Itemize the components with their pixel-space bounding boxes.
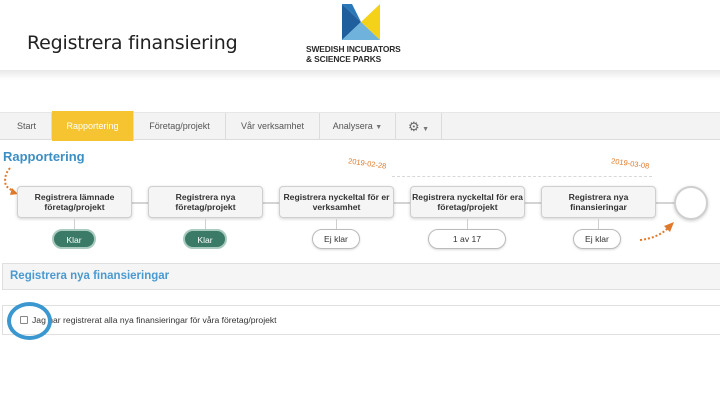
app-nav: Start Rapportering Företag/projekt Vår v… <box>0 111 720 141</box>
logo-mark-icon <box>342 4 380 40</box>
nav-foretag-projekt[interactable]: Företag/projekt <box>134 113 226 140</box>
step-lamnade-foretag[interactable]: Registrera lämnade företag/projekt <box>17 186 132 218</box>
logo-line-1: SWEDISH INCUBATORS <box>306 44 401 54</box>
arrow-out-icon <box>639 222 674 241</box>
step-nyckeltal-foretag[interactable]: Registrera nyckeltal för era företag/pro… <box>410 186 525 218</box>
logo-text: SWEDISH INCUBATORS & SCIENCE PARKS <box>306 44 416 64</box>
status-badge: Ej klar <box>573 229 621 249</box>
logo: SWEDISH INCUBATORS & SCIENCE PARKS <box>306 4 416 66</box>
status-badge: 1 av 17 <box>428 229 506 249</box>
step-connector <box>598 219 599 229</box>
nav-analysera-label: Analysera <box>332 121 373 131</box>
step-connector <box>74 219 75 229</box>
step-label: Registrera nya finansieringar <box>568 192 629 212</box>
form-title: Registrera nya finansieringar <box>10 270 170 282</box>
nav-var-verksamhet[interactable]: Vår verksamhet <box>226 113 320 140</box>
nav-rapportering[interactable]: Rapportering <box>52 111 134 141</box>
nav-var-verksamhet-label: Vår verksamhet <box>240 121 305 131</box>
nav-start[interactable]: Start <box>2 113 52 140</box>
nav-settings[interactable]: ⚙ ▼ <box>396 113 442 140</box>
nav-foretag-projekt-label: Företag/projekt <box>149 121 210 131</box>
step-label: Registrera nya företag/projekt <box>175 192 236 212</box>
step-nya-foretag[interactable]: Registrera nya företag/projekt <box>148 186 263 218</box>
chevron-down-icon: ▼ <box>375 124 383 131</box>
period-start-date: 2019-02-28 <box>347 156 387 171</box>
step-nyckeltal-verksamhet[interactable]: Registrera nyckeltal för er verksamhet <box>279 186 394 218</box>
status-badge: Ej klar <box>312 229 360 249</box>
step-label: Registrera nyckeltal för er verksamhet <box>283 192 390 212</box>
period-line <box>392 176 652 177</box>
step-finish <box>674 186 708 220</box>
step-connector <box>467 219 468 229</box>
logo-line-2: & SCIENCE PARKS <box>306 54 382 64</box>
period-end-date: 2019-03-08 <box>610 156 650 171</box>
status-badge: Klar <box>52 229 96 249</box>
step-label: Registrera nyckeltal för era företag/pro… <box>412 192 523 212</box>
nav-rapportering-label: Rapportering <box>66 121 119 131</box>
status-badge: Klar <box>183 229 227 249</box>
nav-start-label: Start <box>16 121 36 131</box>
step-connector <box>336 219 337 229</box>
confirm-checkbox-label[interactable]: Jag har registrerat alla nya finansierin… <box>32 315 277 325</box>
slide-title: Registrera finansiering <box>27 32 238 54</box>
step-connector <box>205 219 206 229</box>
highlight-ring <box>7 302 52 340</box>
chevron-down-icon: ▼ <box>422 126 430 133</box>
gear-icon: ⚙ <box>407 119 420 134</box>
header-divider <box>0 70 720 80</box>
section-title: Rapportering <box>3 149 85 164</box>
step-nya-finansieringar[interactable]: Registrera nya finansieringar <box>541 186 656 218</box>
nav-analysera[interactable]: Analysera ▼ <box>320 113 396 140</box>
step-label: Registrera lämnade företag/projekt <box>34 192 115 212</box>
